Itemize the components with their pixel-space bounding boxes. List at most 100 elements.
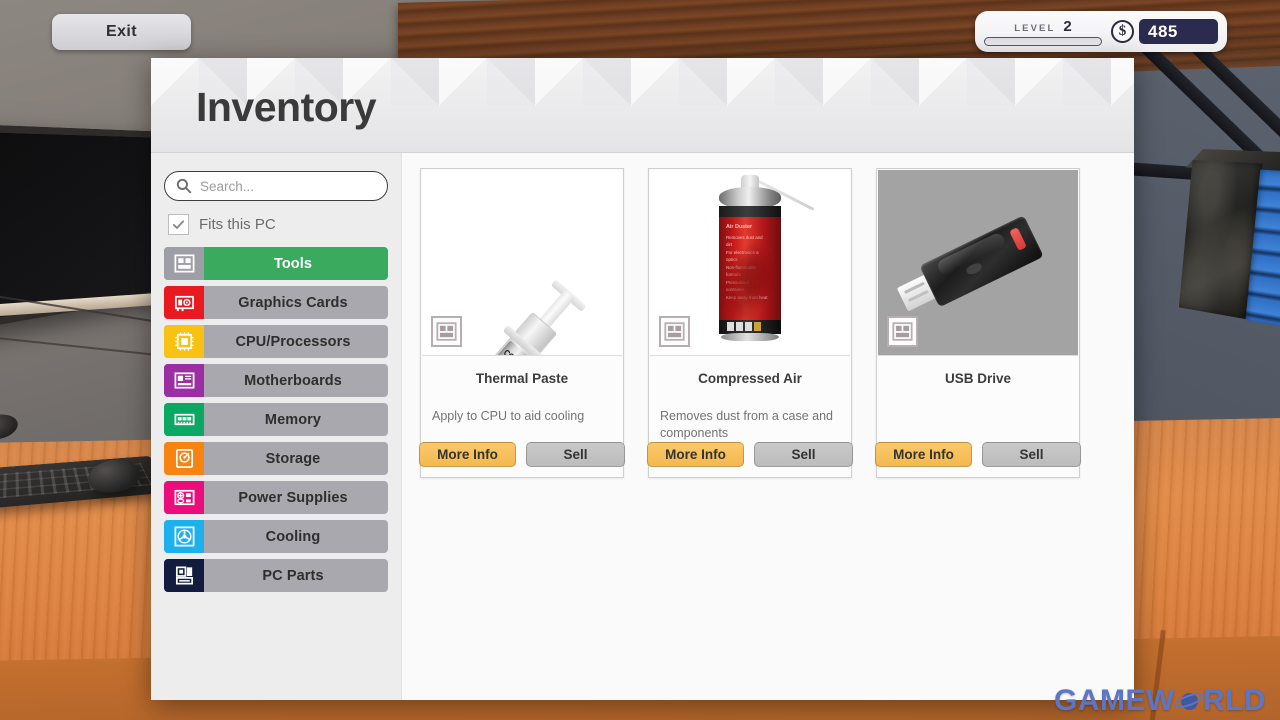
window-body: Fits this PC Tools — [151, 153, 1134, 700]
item-description — [877, 386, 1079, 442]
graphics-cards-icon-tile — [164, 286, 204, 319]
spray-can-body: Air Duster Removes dust and dirt For ele… — [719, 216, 781, 321]
money-display: 485 — [1139, 19, 1218, 44]
level-block: LEVEL 2 — [984, 18, 1102, 46]
item-type-badge — [431, 316, 462, 347]
item-actions: More Info Sell — [647, 441, 853, 477]
exit-button[interactable]: Exit — [52, 14, 191, 50]
more-info-button[interactable]: More Info — [647, 441, 744, 467]
memory-icon-tile — [164, 403, 204, 436]
sidebar-item-label: Graphics Cards — [238, 294, 348, 311]
psu-icon — [174, 489, 194, 506]
spray-can: Air Duster Removes dust and dirt For ele… — [719, 174, 815, 341]
currency-icon: $ — [1111, 20, 1134, 43]
sidebar-item-power-supplies[interactable]: Power Supplies — [164, 481, 388, 514]
sidebar-item-label: Power Supplies — [238, 489, 348, 506]
sidebar-item-storage[interactable]: Storage — [164, 442, 388, 475]
pc-parts-icon — [175, 566, 193, 585]
warning-icon-1 — [727, 321, 734, 331]
more-info-button[interactable]: More Info — [875, 441, 972, 467]
tools-icon-tile — [164, 247, 204, 280]
exit-button-label: Exit — [106, 23, 137, 40]
item-name: Compressed Air — [698, 371, 802, 386]
warning-icon-4 — [754, 321, 761, 331]
sidebar-item-label: Cooling — [265, 528, 321, 545]
item-name: Thermal Paste — [475, 371, 569, 386]
usb-stick — [896, 214, 1044, 312]
sidebar-item-label: PC Parts — [262, 567, 324, 584]
tools-grid-badge-icon — [436, 322, 457, 341]
sidebar-item-graphics-cards[interactable]: Graphics Cards — [164, 286, 388, 319]
spray-can-warning-icons — [727, 321, 761, 331]
motherboards-icon-tile — [164, 364, 204, 397]
tools-grid-badge-icon — [892, 322, 913, 341]
sidebar-item-cpu-processors[interactable]: CPU/Processors — [164, 325, 388, 358]
sidebar: Fits this PC Tools — [151, 153, 402, 700]
cpu-chip-icon — [174, 332, 194, 351]
inventory-window: Inventory Fits this PC — [151, 58, 1134, 700]
currency-symbol: $ — [1118, 23, 1127, 39]
window-titlebar: Inventory — [151, 58, 1134, 153]
level-value: 2 — [1063, 17, 1072, 35]
warning-icon-3 — [745, 321, 752, 331]
checkmark-icon — [172, 220, 185, 229]
sell-button[interactable]: Sell — [526, 441, 625, 467]
item-description: Apply to CPU to aid cooling — [432, 409, 585, 423]
page-title: Inventory — [196, 84, 377, 130]
spray-can-label-text: Air Duster Removes dust and dirt For ele… — [726, 223, 768, 300]
item-actions: More Info Sell — [875, 441, 1081, 477]
search-box[interactable] — [164, 171, 388, 201]
storage-icon-tile — [164, 442, 204, 475]
item-card-grid: COOLER MASTER High Performance — [419, 168, 1116, 478]
level-label: LEVEL — [1014, 22, 1056, 34]
hard-drive-icon — [175, 449, 193, 468]
usb-casing — [919, 214, 1044, 307]
fits-this-pc-filter[interactable]: Fits this PC — [168, 214, 388, 235]
item-image-compressed-air: Air Duster Removes dust and dirt For ele… — [650, 170, 850, 356]
inventory-content: COOLER MASTER High Performance — [402, 153, 1134, 700]
sidebar-item-memory[interactable]: Memory — [164, 403, 388, 436]
tools-grid-icon — [174, 254, 194, 273]
item-image-thermal-paste: COOLER MASTER High Performance — [422, 170, 622, 356]
item-actions: More Info Sell — [419, 441, 625, 477]
sidebar-item-label: Storage — [265, 450, 321, 467]
item-card[interactable]: COOLER MASTER High Performance — [419, 168, 625, 478]
item-card[interactable]: Air Duster Removes dust and dirt For ele… — [647, 168, 853, 478]
sell-button[interactable]: Sell — [754, 441, 853, 467]
sell-button[interactable]: Sell — [982, 441, 1081, 467]
gpu-icon — [174, 295, 194, 312]
search-icon — [176, 178, 192, 194]
item-type-badge — [659, 316, 690, 347]
motherboard-icon — [174, 372, 194, 389]
cpu-icon-tile — [164, 325, 204, 358]
fits-this-pc-checkbox[interactable] — [168, 214, 189, 235]
usb-activity-indicator — [1009, 226, 1027, 251]
tools-grid-badge-icon — [664, 322, 685, 341]
search-input[interactable] — [200, 172, 387, 200]
sidebar-item-label: Motherboards — [244, 372, 342, 389]
category-list: Tools Graphics Cards CPU/Processors Moth… — [164, 247, 388, 592]
sidebar-item-tools[interactable]: Tools — [164, 247, 388, 280]
sidebar-item-label: Memory — [264, 411, 322, 428]
power-supplies-icon-tile — [164, 481, 204, 514]
sidebar-item-motherboards[interactable]: Motherboards — [164, 364, 388, 397]
ram-stick-icon — [174, 413, 194, 426]
fits-this-pc-label: Fits this PC — [199, 216, 276, 233]
player-hud: LEVEL 2 $ 485 — [975, 11, 1227, 52]
fan-icon — [174, 526, 194, 547]
level-row: LEVEL 2 — [984, 18, 1102, 35]
spray-can-base — [721, 332, 779, 341]
pc-parts-icon-tile — [164, 559, 204, 592]
item-image-usb-drive — [878, 170, 1078, 356]
item-card[interactable]: USB Drive More Info Sell — [875, 168, 1081, 478]
item-type-badge — [887, 316, 918, 347]
warning-icon-2 — [736, 321, 743, 331]
item-description: Removes dust from a case and components — [660, 409, 833, 440]
sidebar-item-cooling[interactable]: Cooling — [164, 520, 388, 553]
blue-pc-case — [1178, 148, 1280, 330]
level-progress-bar — [984, 36, 1102, 46]
sidebar-item-pc-parts[interactable]: PC Parts — [164, 559, 388, 592]
money-value: 485 — [1148, 21, 1178, 41]
item-name: USB Drive — [944, 371, 1012, 386]
more-info-button[interactable]: More Info — [419, 441, 516, 467]
